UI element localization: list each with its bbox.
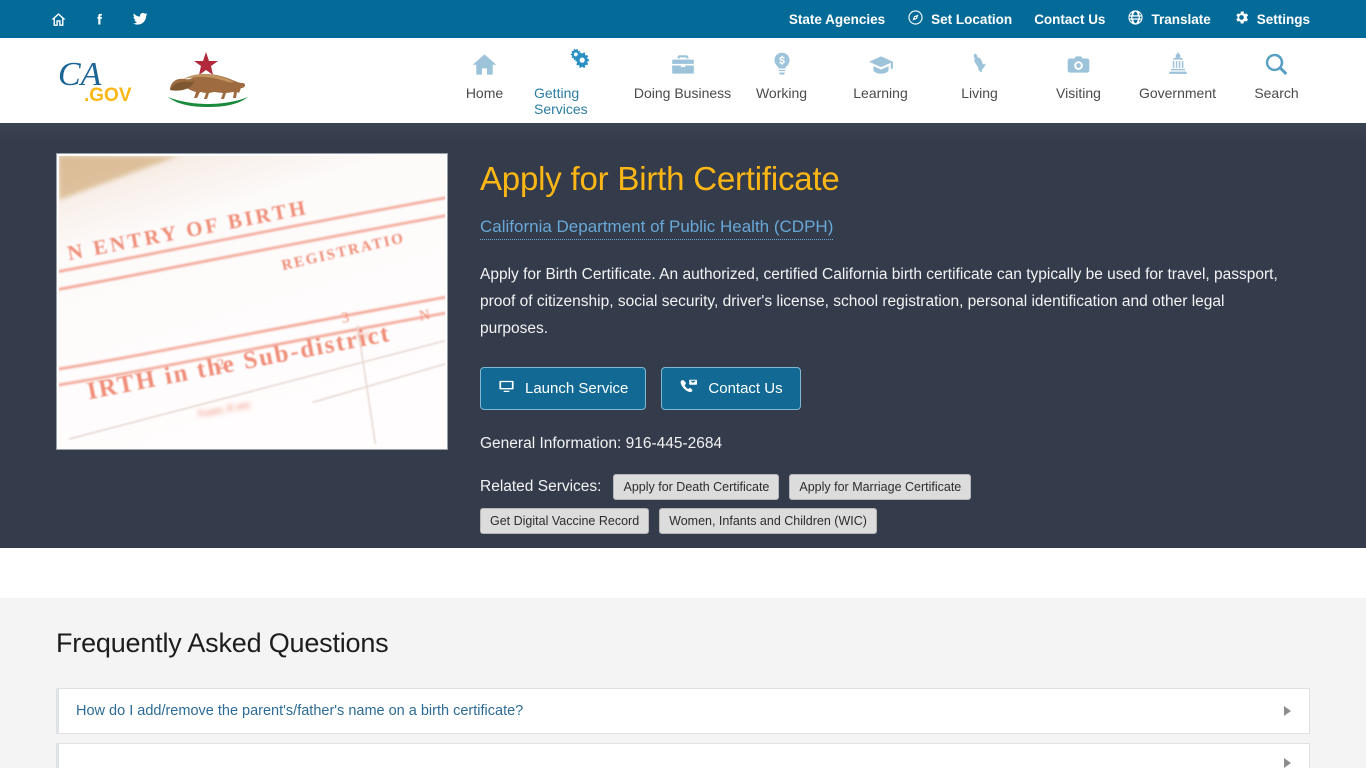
utility-link-label: Settings: [1256, 11, 1310, 27]
house-icon: [471, 48, 498, 78]
compass-icon: [907, 9, 924, 29]
gear-icon: [1233, 9, 1250, 29]
button-label: Contact Us: [708, 380, 783, 398]
nav-item-government[interactable]: Government: [1128, 44, 1227, 101]
launch-service-button[interactable]: Launch Service: [480, 367, 647, 411]
nav-item-label: Government: [1138, 85, 1217, 101]
svg-text:.GOV: .GOV: [84, 85, 132, 106]
nav-item-label: Visiting: [1056, 85, 1101, 101]
gears-icon: [569, 48, 599, 78]
utility-link-translate[interactable]: Translate: [1127, 9, 1211, 29]
button-label: Launch Service: [525, 380, 629, 398]
related-service-tag-digital-vaccine-record[interactable]: Get Digital Vaccine Record: [480, 508, 650, 535]
twitter-icon[interactable]: [130, 9, 150, 29]
hero-content: Apply for Birth Certificate California D…: [480, 153, 1280, 548]
main-navigation: CA .GOV Home Getting Services Doing Busi…: [0, 38, 1366, 123]
ca-gov-wordmark-icon: CA .GOV: [58, 56, 132, 106]
nav-item-label: Learning: [853, 85, 908, 101]
department-link[interactable]: California Department of Public Health (…: [480, 217, 834, 241]
utility-link-set-location[interactable]: Set Location: [907, 9, 1012, 29]
related-services: Related Services: Apply for Death Certif…: [480, 474, 1140, 535]
briefcase-icon: [669, 48, 697, 78]
utility-links: State Agencies Set Location Contact Us T…: [789, 9, 1310, 29]
search-icon: [1263, 48, 1290, 78]
camera-icon: [1064, 48, 1093, 78]
nav-items: Home Getting Services Doing Business Wor…: [435, 44, 1326, 117]
nav-item-working[interactable]: Working: [732, 44, 831, 101]
utility-link-label: Set Location: [931, 11, 1013, 27]
utility-link-label: Translate: [1151, 11, 1211, 27]
chevron-right-icon[interactable]: [1284, 758, 1291, 768]
service-hero-section: N ENTRY OF BIRTH REGISTRATIO IRTH in the…: [0, 123, 1366, 548]
nav-item-label: Working: [755, 85, 808, 101]
service-description: Apply for Birth Certificate. An authoriz…: [480, 266, 1278, 337]
related-service-tag-marriage-certificate[interactable]: Apply for Marriage Certificate: [789, 474, 972, 501]
utility-link-state-agencies[interactable]: State Agencies: [789, 12, 885, 27]
general-information-phone: General Information: 916-445-2684: [480, 435, 723, 453]
chevron-right-icon[interactable]: [1284, 706, 1291, 716]
nav-item-doing-business[interactable]: Doing Business: [633, 44, 732, 101]
california-state-icon: [969, 48, 991, 78]
nav-item-living[interactable]: Living: [930, 44, 1029, 101]
utility-link-label: State Agencies: [788, 11, 886, 27]
related-service-tag-wic[interactable]: Women, Infants and Children (WIC): [659, 508, 877, 535]
faq-question: How do I add/remove the parent's/father'…: [76, 703, 524, 719]
nav-item-learning[interactable]: Learning: [831, 44, 930, 101]
nav-item-label: Home: [465, 85, 504, 101]
ca-gov-logo[interactable]: CA .GOV: [56, 50, 258, 112]
phone-message-icon: [679, 378, 698, 399]
faq-section: Frequently Asked Questions How do I add/…: [0, 598, 1366, 768]
related-services-label: Related Services:: [480, 478, 602, 496]
facebook-icon[interactable]: [89, 9, 109, 29]
utility-link-contact-us[interactable]: Contact Us: [1034, 12, 1105, 27]
globe-icon: [1127, 9, 1144, 29]
contact-us-button[interactable]: Contact Us: [661, 367, 801, 411]
graduation-cap-icon: [866, 48, 896, 78]
nav-item-label: Living: [961, 85, 998, 101]
nav-item-getting-services[interactable]: Getting Services: [534, 44, 633, 117]
nav-item-home[interactable]: Home: [435, 44, 534, 101]
dollar-bulb-icon: [769, 48, 795, 78]
utility-bar: State Agencies Set Location Contact Us T…: [0, 0, 1366, 38]
certificate-photo: N ENTRY OF BIRTH REGISTRATIO IRTH in the…: [59, 156, 445, 447]
related-service-tag-death-certificate[interactable]: Apply for Death Certificate: [613, 474, 780, 501]
faq-item[interactable]: [56, 743, 1310, 768]
nav-item-label: Search: [1254, 85, 1299, 101]
hero-action-buttons: Launch Service Contact Us: [480, 367, 1280, 411]
page-title: Apply for Birth Certificate: [480, 160, 840, 197]
utility-social-icons: [48, 9, 150, 29]
faq-heading: Frequently Asked Questions: [56, 628, 389, 658]
nav-item-visiting[interactable]: Visiting: [1029, 44, 1128, 101]
capitol-icon: [1164, 48, 1192, 78]
nav-item-label: Doing Business: [633, 85, 732, 101]
monitor-icon: [498, 378, 515, 399]
nav-item-label: Getting Services: [534, 85, 588, 117]
nav-item-search[interactable]: Search: [1227, 44, 1326, 101]
utility-link-settings[interactable]: Settings: [1233, 9, 1310, 29]
home-icon[interactable]: [48, 9, 68, 29]
california-bear-icon: [168, 51, 248, 107]
utility-link-label: Contact Us: [1034, 11, 1106, 27]
birth-certificate-image: N ENTRY OF BIRTH REGISTRATIO IRTH in the…: [56, 153, 448, 450]
faq-list: How do I add/remove the parent's/father'…: [56, 688, 1310, 768]
section-spacer: [0, 548, 1366, 598]
faq-item[interactable]: How do I add/remove the parent's/father'…: [56, 688, 1310, 734]
